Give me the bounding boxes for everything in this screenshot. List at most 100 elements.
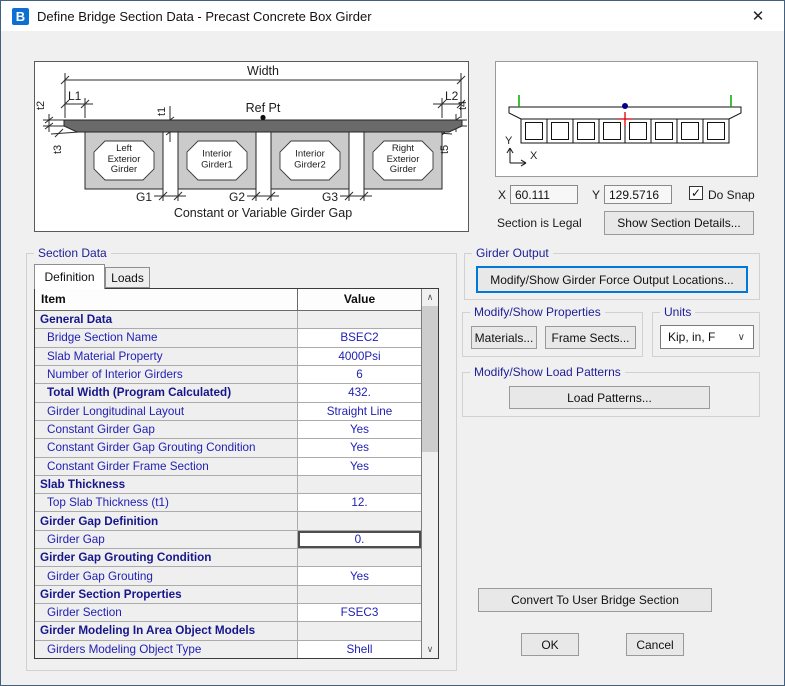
row-value-cell[interactable]: Yes — [298, 421, 421, 438]
table-row[interactable]: Constant Girder Frame SectionYes — [35, 458, 421, 476]
table-row[interactable]: Constant Girder GapYes — [35, 421, 421, 439]
row-item-label: Girder Section Properties — [35, 586, 298, 603]
row-item-label: Slab Material Property — [35, 348, 298, 365]
table-row[interactable]: Top Slab Thickness (t1)12. — [35, 494, 421, 512]
table-row[interactable]: Girder Gap0. — [35, 531, 421, 549]
section-preview-graphic: Y X — [496, 62, 757, 176]
row-item-label: Top Slab Thickness (t1) — [35, 494, 298, 511]
modify-girder-force-output-button[interactable]: Modify/Show Girder Force Output Location… — [476, 266, 748, 293]
ok-button[interactable]: OK — [521, 633, 579, 656]
row-item-label: Girder Modeling In Area Object Models — [35, 622, 298, 639]
row-item-label: Girder Gap Grouting — [35, 567, 298, 584]
row-value-cell[interactable]: 6 — [298, 366, 421, 383]
section-table-body: General DataBridge Section NameBSEC2Slab… — [35, 311, 421, 658]
row-value-cell — [298, 586, 421, 603]
row-value-cell[interactable]: Yes — [298, 439, 421, 456]
units-group-label: Units — [660, 305, 695, 319]
row-value-cell[interactable]: 4000Psi — [298, 348, 421, 365]
load-patterns-group-label: Modify/Show Load Patterns — [470, 365, 625, 379]
row-item-label: Constant Girder Gap Grouting Condition — [35, 439, 298, 456]
load-patterns-button[interactable]: Load Patterns... — [509, 386, 710, 409]
table-row[interactable]: Slab Material Property4000Psi — [35, 348, 421, 366]
table-row[interactable]: Girder SectionFSEC3 — [35, 604, 421, 622]
do-snap-label: Do Snap — [708, 188, 755, 202]
section-preview-panel[interactable]: Y X — [495, 61, 758, 177]
table-row[interactable]: Total Width (Program Calculated)432. — [35, 384, 421, 402]
close-icon[interactable]: ✕ — [746, 7, 770, 27]
cancel-button[interactable]: Cancel — [626, 633, 684, 656]
units-dropdown[interactable]: Kip, in, F ∨ — [660, 325, 754, 349]
girder-label-right-exterior: Right Exterior Girder — [387, 144, 420, 176]
table-row[interactable]: Constant Girder Gap Grouting ConditionYe… — [35, 439, 421, 457]
tab-loads[interactable]: Loads — [105, 267, 150, 288]
row-value-cell[interactable]: Yes — [298, 567, 421, 584]
row-item-label: Total Width (Program Calculated) — [35, 384, 298, 401]
row-item-label: Girder Longitudinal Layout — [35, 403, 298, 420]
row-item-label: Constant Girder Frame Section — [35, 458, 298, 475]
units-selected-value: Kip, in, F — [668, 330, 715, 344]
check-icon: ✓ — [691, 186, 701, 200]
diagram-t1-label: t1 — [156, 107, 168, 116]
section-definition-table: Item Value General DataBridge Section Na… — [34, 288, 439, 659]
row-item-label: General Data — [35, 311, 298, 328]
table-row[interactable]: Slab Thickness — [35, 476, 421, 494]
row-value-cell[interactable]: FSEC3 — [298, 604, 421, 621]
table-row[interactable]: Girder Gap GroutingYes — [35, 567, 421, 585]
chevron-down-icon: ∨ — [738, 332, 745, 343]
diagram-t3-label: t3 — [52, 145, 64, 154]
girder-output-group-label: Girder Output — [472, 246, 553, 260]
row-value-cell[interactable]: Straight Line — [298, 403, 421, 420]
scroll-up-icon[interactable]: ∧ — [422, 289, 438, 306]
girder-label-interior-1: Interior Girder1 — [201, 149, 233, 170]
materials-button[interactable]: Materials... — [471, 326, 537, 349]
row-value-cell — [298, 622, 421, 639]
row-value-cell[interactable]: 12. — [298, 494, 421, 511]
diagram-l1-label: L1 — [68, 89, 82, 103]
section-data-group-label: Section Data — [34, 246, 111, 260]
row-value-cell — [298, 512, 421, 529]
modify-show-properties-label: Modify/Show Properties — [470, 305, 605, 319]
frame-sects-button[interactable]: Frame Sects... — [545, 326, 636, 349]
scroll-down-icon[interactable]: ∨ — [422, 641, 438, 658]
row-value-cell[interactable]: 0. — [298, 531, 421, 548]
row-value-cell[interactable]: 432. — [298, 384, 421, 401]
diagram-t5-label: t5 — [439, 145, 451, 154]
app-icon: B — [12, 8, 29, 25]
define-bridge-section-dialog: B Define Bridge Section Data - Precast C… — [0, 0, 785, 686]
tab-definition[interactable]: Definition — [34, 264, 105, 289]
row-value-cell — [298, 311, 421, 328]
table-scrollbar[interactable]: ∧ ∨ — [421, 289, 438, 658]
row-item-label: Constant Girder Gap — [35, 421, 298, 438]
show-section-details-button[interactable]: Show Section Details... — [604, 211, 754, 235]
table-header-row: Item Value — [35, 289, 421, 311]
table-row[interactable]: Girder Gap Definition — [35, 512, 421, 530]
table-row[interactable]: Number of Interior Girders6 — [35, 366, 421, 384]
x-coordinate-field[interactable] — [510, 185, 578, 204]
ref-point-marker — [622, 103, 628, 109]
diagram-t4-label: t4 — [457, 101, 468, 110]
row-value-cell[interactable]: Yes — [298, 458, 421, 475]
row-value-cell[interactable]: BSEC2 — [298, 329, 421, 346]
y-coordinate-label: Y — [592, 188, 600, 202]
inline-edit-field[interactable]: 0. — [298, 531, 421, 548]
table-row[interactable]: Girder Section Properties — [35, 586, 421, 604]
row-value-cell[interactable]: Shell — [298, 641, 421, 658]
table-row[interactable]: Girder Modeling In Area Object Models — [35, 622, 421, 640]
table-row[interactable]: Girder Longitudinal LayoutStraight Line — [35, 403, 421, 421]
title-bar: B Define Bridge Section Data - Precast C… — [1, 1, 784, 31]
table-row[interactable]: Bridge Section NameBSEC2 — [35, 329, 421, 347]
scrollbar-thumb[interactable] — [422, 306, 438, 452]
row-item-label: Girder Gap — [35, 531, 298, 548]
bridge-cross-section-panel: Width L1 L2 Ref Pt t2 t3 t1 t4 t5 G1 G2 … — [34, 61, 469, 232]
table-row[interactable]: Girder Gap Grouting Condition — [35, 549, 421, 567]
row-value-cell — [298, 476, 421, 493]
y-coordinate-field[interactable] — [604, 185, 672, 204]
diagram-refpt-label: Ref Pt — [246, 101, 281, 115]
axes-icon — [507, 148, 526, 166]
table-row[interactable]: Girders Modeling Object TypeShell — [35, 641, 421, 658]
table-row[interactable]: General Data — [35, 311, 421, 329]
row-item-label: Girder Gap Grouting Condition — [35, 549, 298, 566]
convert-to-user-bridge-section-button[interactable]: Convert To User Bridge Section — [478, 588, 712, 612]
row-value-cell — [298, 549, 421, 566]
do-snap-checkbox[interactable]: ✓ — [689, 186, 703, 200]
